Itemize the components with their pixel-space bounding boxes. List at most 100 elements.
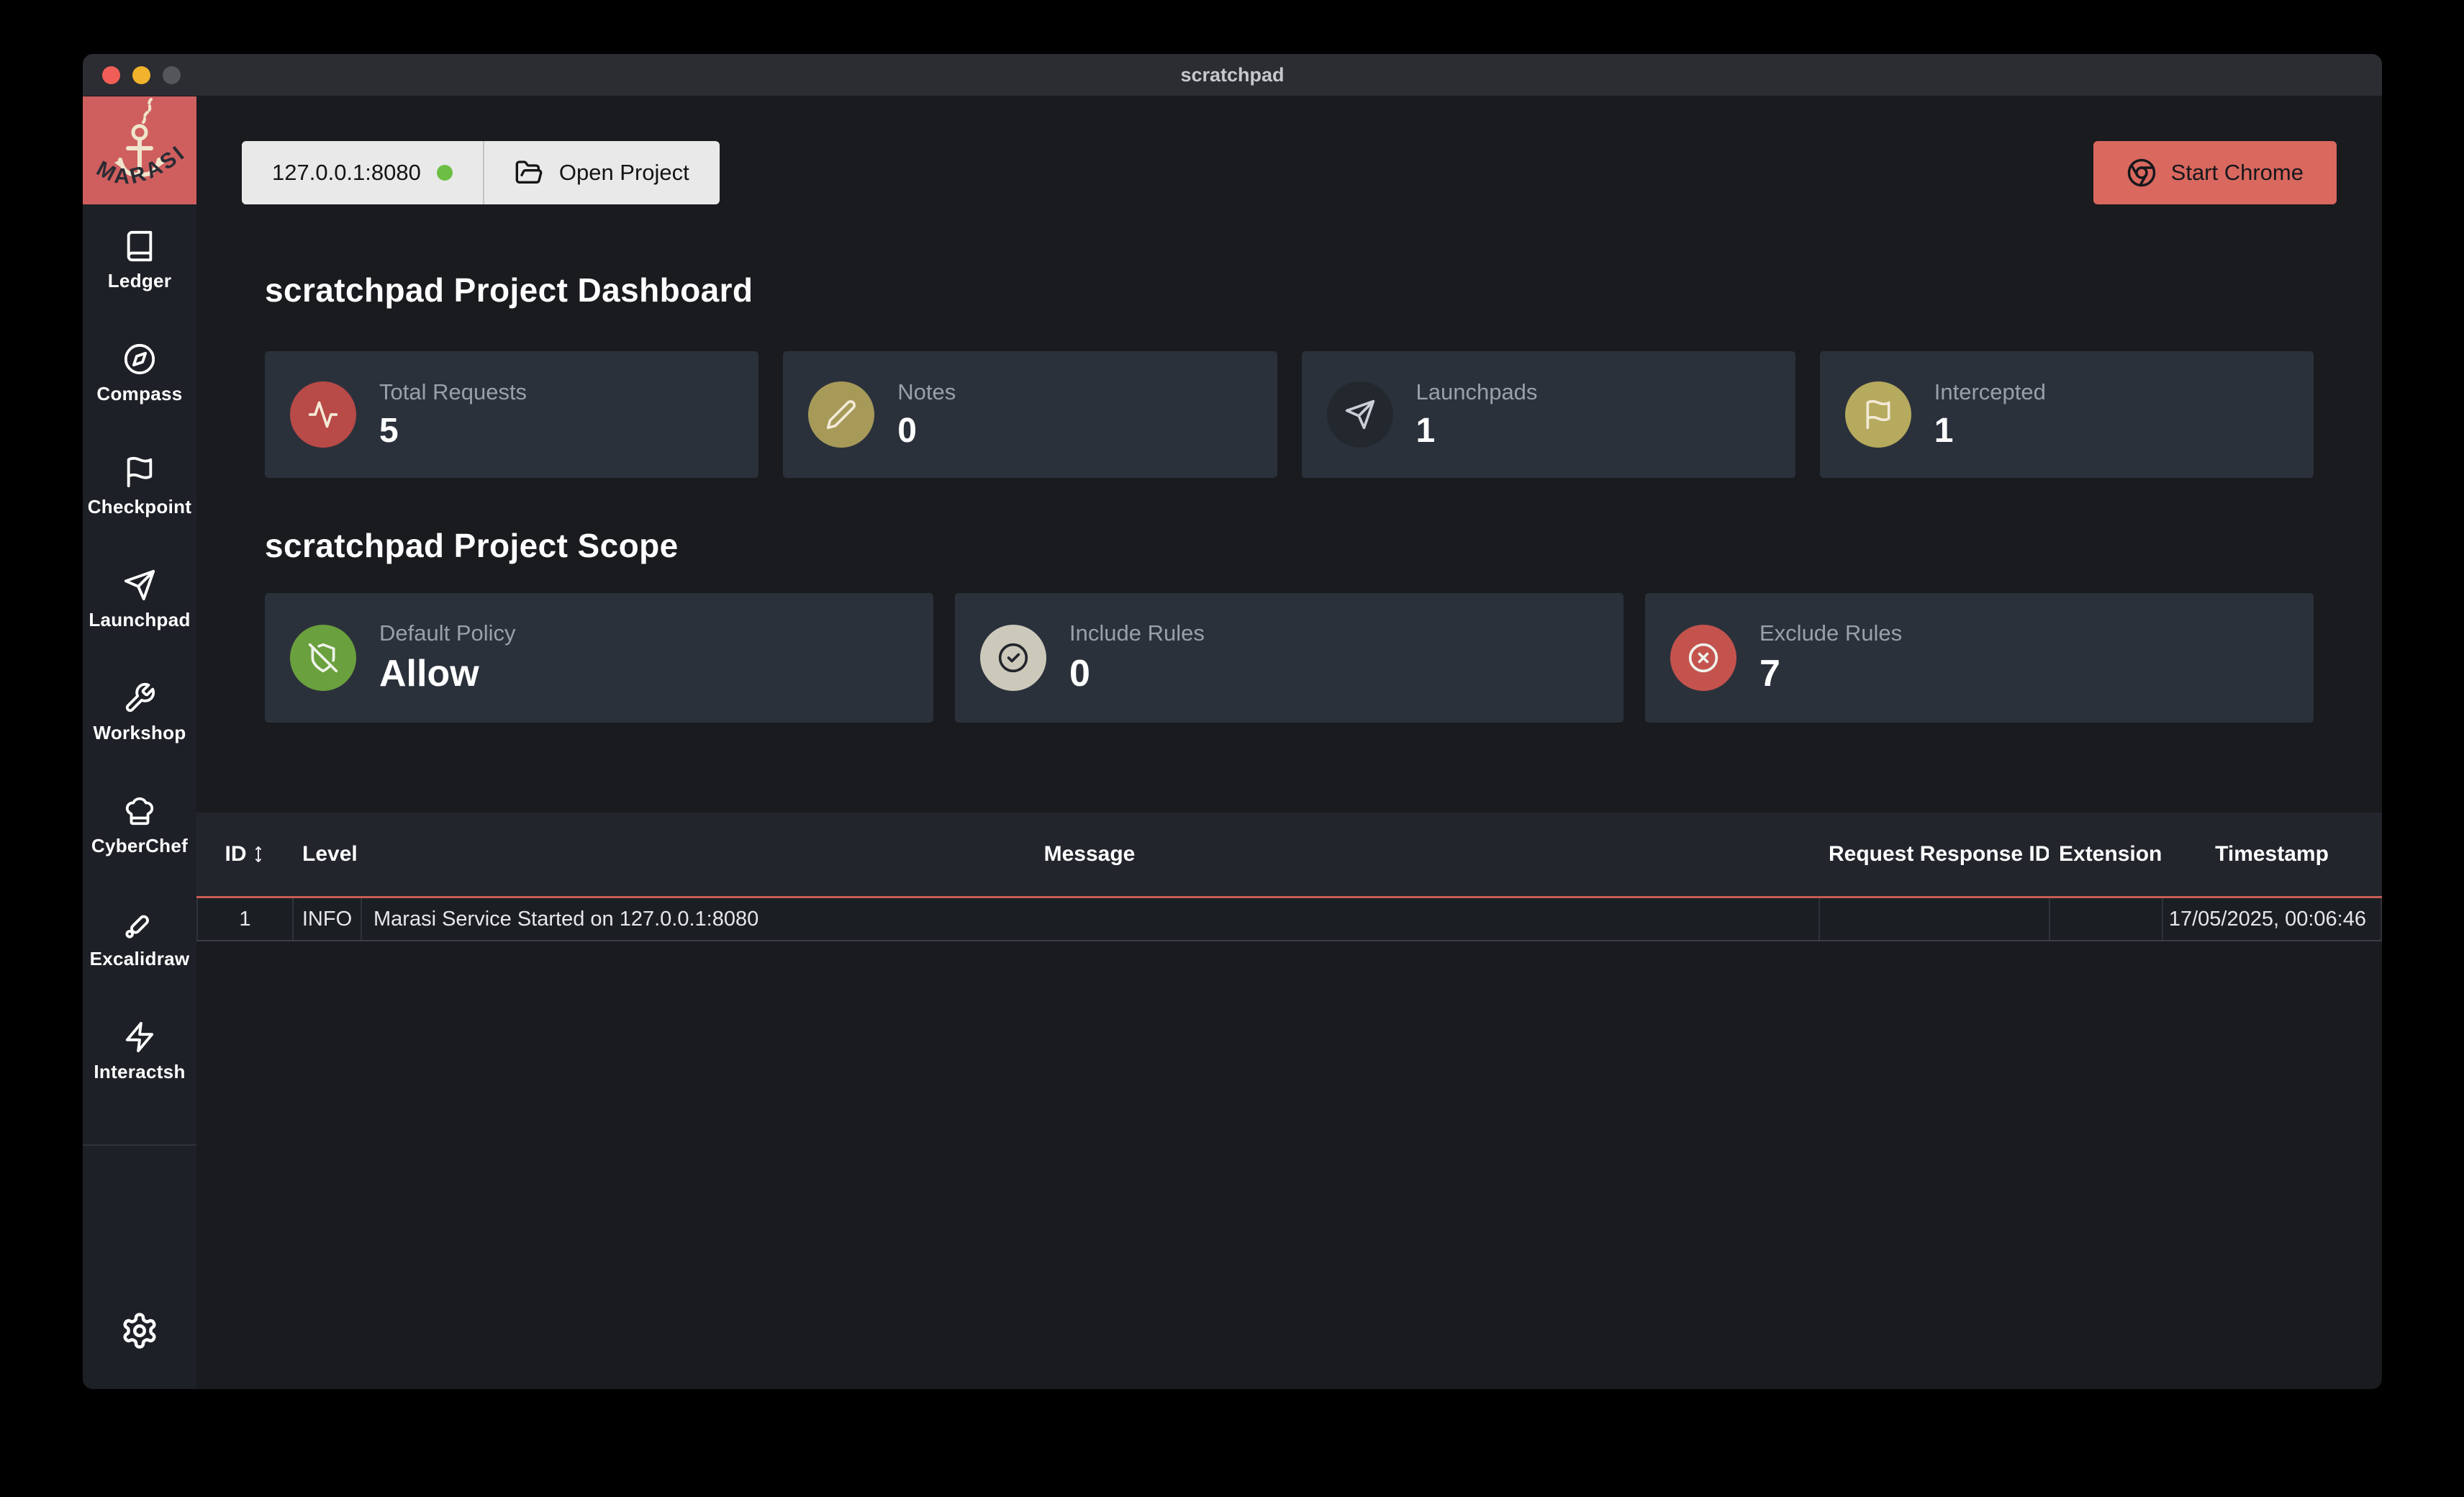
scope-card-include-rules: Include Rules 0: [955, 593, 1623, 723]
compass-icon: [123, 343, 156, 376]
scope-title: scratchpad Project Scope: [265, 526, 2314, 565]
sidebar-item-interactsh[interactable]: Interactsh: [83, 995, 196, 1108]
log-table-header: ID Level Message Request Response ID Ext…: [196, 813, 2382, 896]
scope-label: Default Policy: [379, 620, 516, 646]
top-toolbar: 127.0.0.1:8080 Open Project Start Chrome: [242, 141, 2337, 204]
scope-icon-circle: [290, 625, 356, 691]
traffic-lights: [83, 66, 181, 84]
sidebar-item-label: Interactsh: [94, 1061, 185, 1083]
stat-icon-circle: [1845, 381, 1911, 448]
zoom-window-button[interactable]: [163, 66, 181, 84]
scope-card-exclude-rules: Exclude Rules 7: [1645, 593, 2314, 723]
close-window-button[interactable]: [102, 66, 120, 84]
open-project-button[interactable]: Open Project: [484, 141, 720, 204]
sidebar-item-label: Compass: [96, 383, 182, 405]
sidebar-item-checkpoint[interactable]: Checkpoint: [83, 430, 196, 543]
app-window: scratchpad MARASI: [83, 54, 2382, 1389]
chrome-icon: [2126, 158, 2157, 188]
chef-hat-icon: [123, 795, 156, 828]
sidebar: MARASI Ledger Compass Checkpoint: [83, 96, 196, 1389]
column-header-request-response-id[interactable]: Request Response ID: [1818, 842, 2049, 867]
paper-plane-icon: [1344, 399, 1376, 430]
sidebar-item-label: Launchpad: [89, 609, 190, 631]
scope-label: Include Rules: [1069, 620, 1205, 646]
stat-label: Total Requests: [379, 379, 527, 405]
scope-card-default-policy: Default Policy Allow: [265, 593, 933, 723]
flag-icon: [1862, 399, 1894, 430]
cell-message: Marasi Service Started on 127.0.0.1:8080: [361, 898, 1818, 940]
minimize-window-button[interactable]: [132, 66, 150, 84]
scope-label: Exclude Rules: [1759, 620, 1902, 646]
sidebar-item-ledger[interactable]: Ledger: [83, 204, 196, 317]
sidebar-item-cyberchef[interactable]: CyberChef: [83, 769, 196, 882]
marker-pen-icon: [123, 908, 156, 941]
main-content: 127.0.0.1:8080 Open Project Start Chrome…: [196, 96, 2382, 1389]
cell-request-response-id: [1818, 898, 2049, 940]
sidebar-item-label: Ledger: [108, 270, 171, 292]
anchor-chain: [142, 99, 151, 124]
stat-card-notes: Notes 0: [783, 351, 1277, 478]
log-table: ID Level Message Request Response ID Ext…: [196, 813, 2382, 941]
dashboard-title: scratchpad Project Dashboard: [265, 271, 2314, 309]
cell-id: 1: [196, 898, 292, 940]
stat-icon-circle: [808, 381, 874, 448]
cell-level: INFO: [292, 898, 361, 940]
book-icon: [123, 230, 156, 263]
stat-icon-circle: [290, 381, 356, 448]
start-chrome-button[interactable]: Start Chrome: [2093, 141, 2337, 204]
open-project-label: Open Project: [559, 160, 689, 186]
cell-timestamp: 17/05/2025, 00:06:46: [2162, 898, 2382, 940]
stat-label: Intercepted: [1934, 379, 2046, 405]
paper-plane-icon: [123, 569, 156, 602]
sort-icon: [253, 844, 264, 864]
stat-value: 0: [897, 411, 956, 451]
column-header-message[interactable]: Message: [361, 842, 1818, 867]
table-row[interactable]: 1 INFO Marasi Service Started on 127.0.0…: [196, 898, 2382, 941]
cell-extension: [2049, 898, 2162, 940]
stat-card-total-requests: Total Requests 5: [265, 351, 758, 478]
column-header-timestamp[interactable]: Timestamp: [2162, 842, 2382, 867]
flag-icon: [123, 456, 156, 489]
shield-off-icon: [307, 642, 339, 674]
scope-row: Default Policy Allow Include Rules 0: [265, 593, 2314, 723]
check-circle-icon: [997, 642, 1029, 674]
activity-icon: [307, 399, 339, 430]
sidebar-item-launchpad[interactable]: Launchpad: [83, 543, 196, 656]
stats-row: Total Requests 5 Notes 0: [265, 351, 2314, 478]
wrench-icon: [123, 682, 156, 715]
sidebar-nav: Ledger Compass Checkpoint Launchpad Work…: [83, 204, 196, 1108]
proxy-address: 127.0.0.1:8080: [272, 160, 421, 186]
scope-value: 7: [1759, 652, 1902, 695]
scope-value: 0: [1069, 652, 1205, 695]
stat-label: Launchpads: [1416, 379, 1538, 405]
proxy-address-segment[interactable]: 127.0.0.1:8080: [242, 141, 483, 204]
window-title: scratchpad: [83, 64, 2382, 86]
settings-gear-icon[interactable]: [120, 1311, 159, 1350]
proxy-status-dot: [437, 165, 453, 181]
column-header-extension[interactable]: Extension: [2049, 842, 2162, 867]
sidebar-item-label: Workshop: [93, 722, 186, 744]
proxy-address-control: 127.0.0.1:8080 Open Project: [242, 141, 720, 204]
zap-icon: [123, 1021, 156, 1054]
sidebar-item-label: Checkpoint: [88, 496, 192, 518]
scope-value: Allow: [379, 652, 516, 695]
stat-value: 5: [379, 411, 527, 451]
sidebar-item-excalidraw[interactable]: Excalidraw: [83, 882, 196, 995]
sidebar-item-workshop[interactable]: Workshop: [83, 656, 196, 769]
column-header-level[interactable]: Level: [292, 842, 361, 867]
stat-value: 1: [1934, 411, 2046, 451]
stat-card-intercepted: Intercepted 1: [1820, 351, 2314, 478]
x-circle-icon: [1688, 642, 1719, 674]
stat-card-launchpads: Launchpads 1: [1302, 351, 1795, 478]
column-header-id[interactable]: ID: [196, 842, 292, 867]
sidebar-item-label: Excalidraw: [90, 948, 190, 970]
scope-icon-circle: [980, 625, 1046, 691]
stat-icon-circle: [1327, 381, 1393, 448]
stat-label: Notes: [897, 379, 956, 405]
scope-icon-circle: [1670, 625, 1736, 691]
title-bar: scratchpad: [83, 54, 2382, 96]
sidebar-item-label: CyberChef: [91, 835, 188, 857]
sidebar-item-compass[interactable]: Compass: [83, 317, 196, 430]
stat-value: 1: [1416, 411, 1538, 451]
marasi-logo: MARASI: [83, 96, 196, 204]
